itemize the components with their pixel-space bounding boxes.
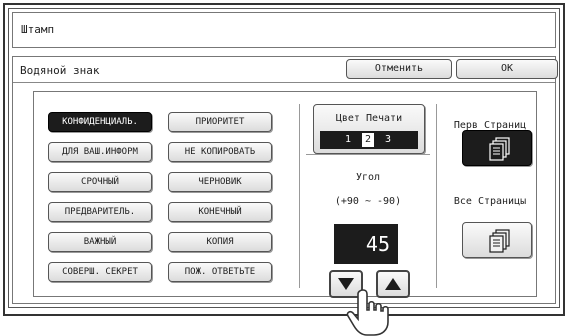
watermark-option[interactable]: ПОЖ. ОТВЕТЬТЕ [168,262,272,282]
watermark-option[interactable]: НЕ КОПИРОВАТЬ [168,142,272,162]
watermark-option[interactable]: ПРИОРИТЕТ [168,112,272,132]
watermark-option[interactable]: СОВЕРШ. СЕКРЕТ [48,262,152,282]
title-bar: Штамп [12,12,556,48]
watermark-option[interactable]: КОПИЯ [168,232,272,252]
angle-label: Угол [355,172,381,183]
print-color-label: Цвет Печати [335,113,403,124]
all-pages-button[interactable] [462,222,532,258]
print-color-values: 1 2 3 [320,131,418,149]
panel-header: Водяной знак Отменить OK [13,57,558,83]
print-color-value-selected: 2 [362,133,374,147]
print-color-button[interactable]: Цвет Печати 1 2 3 [313,104,425,154]
watermark-panel: Водяной знак Отменить OK КОНФИДЕНЦИАЛЬ. … [12,56,558,304]
angle-range: (+90 ~ -90) [334,196,402,207]
column-divider [299,104,300,288]
angle-value-display: 45 [334,224,398,264]
all-pages-label: Все Страницы [453,196,527,207]
pointing-hand-icon [346,289,389,336]
cancel-button[interactable]: Отменить [346,59,452,79]
watermark-option[interactable]: ЧЕРНОВИК [168,172,272,192]
stacked-pages-icon [489,229,510,253]
window-title: Штамп [21,23,55,36]
stacked-pages-icon [489,137,510,161]
section-divider [306,154,430,155]
print-color-value: 1 [344,134,352,145]
watermark-option[interactable]: КОНФИДЕНЦИАЛЬ. [48,112,152,132]
watermark-option[interactable]: КОНЕЧНЫЙ [168,202,272,222]
settings-box: КОНФИДЕНЦИАЛЬ. ДЛЯ ВАШ.ИНФОРМ СРОЧНЫЙ ПР… [33,91,537,297]
column-divider [436,104,437,288]
watermark-option[interactable]: ДЛЯ ВАШ.ИНФОРМ [48,142,152,162]
first-page-button[interactable] [462,130,532,166]
watermark-option[interactable]: ВАЖНЫЙ [48,232,152,252]
ok-button[interactable]: OK [456,59,558,79]
print-color-value: 3 [384,134,392,145]
watermark-option[interactable]: СРОЧНЫЙ [48,172,152,192]
watermark-option[interactable]: ПРЕДВАРИТЕЛЬ. [48,202,152,222]
panel-title: Водяной знак [20,64,100,77]
